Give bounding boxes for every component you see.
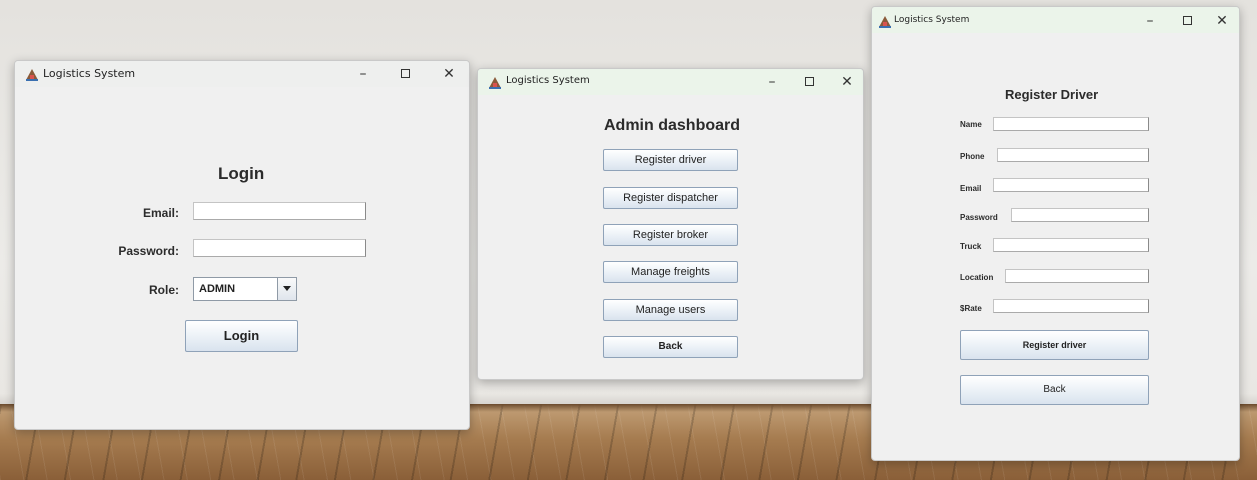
window-title: Logistics System <box>43 67 136 80</box>
window-title: Logistics System <box>894 15 970 25</box>
rate-label: $Rate <box>960 304 982 313</box>
close-button[interactable]: ✕ <box>838 73 856 91</box>
password-label: Password <box>960 213 998 222</box>
maximize-button[interactable] <box>1178 12 1196 30</box>
maximize-button[interactable] <box>396 65 414 83</box>
register-broker-button[interactable]: Register broker <box>603 224 738 246</box>
back-button[interactable]: Back <box>603 336 738 358</box>
manage-users-button[interactable]: Manage users <box>603 299 738 321</box>
app-logo-icon <box>489 77 501 89</box>
register-driver-heading: Register Driver <box>1005 87 1099 102</box>
register-driver-button[interactable]: Register driver <box>960 330 1149 360</box>
maximize-icon <box>400 69 410 78</box>
truck-label: Truck <box>960 242 982 251</box>
register-driver-window: Logistics System – ✕ Register Driver Nam… <box>871 6 1240 461</box>
email-field[interactable] <box>993 178 1149 192</box>
back-button[interactable]: Back <box>960 375 1149 405</box>
email-label: Email: <box>142 206 179 220</box>
login-window: Logistics System – ✕ Login Email: Passwo… <box>14 60 470 430</box>
minimize-button[interactable]: – <box>763 73 781 91</box>
name-label: Name <box>960 120 982 129</box>
admin-dashboard-window: Logistics System – ✕ Admin dashboard Reg… <box>477 68 864 380</box>
close-button[interactable]: ✕ <box>440 65 458 83</box>
role-dropdown[interactable]: ADMIN <box>193 277 297 301</box>
admin-titlebar[interactable]: Logistics System – ✕ <box>478 69 863 95</box>
app-logo-icon <box>26 69 38 81</box>
email-label: Email <box>960 184 982 193</box>
register-driver-titlebar[interactable]: Logistics System – ✕ <box>872 7 1239 33</box>
role-label: Role: <box>149 283 179 297</box>
manage-freights-button[interactable]: Manage freights <box>603 261 738 283</box>
password-field[interactable] <box>193 239 366 257</box>
email-field[interactable] <box>193 202 366 220</box>
login-heading: Login <box>218 164 265 183</box>
phone-label: Phone <box>960 152 985 161</box>
maximize-button[interactable] <box>800 73 818 91</box>
minimize-button[interactable]: – <box>1141 12 1159 30</box>
login-titlebar[interactable]: Logistics System – ✕ <box>15 61 469 87</box>
close-button[interactable]: ✕ <box>1213 12 1231 30</box>
app-logo-icon <box>879 16 891 28</box>
login-button[interactable]: Login <box>185 320 298 352</box>
register-driver-button[interactable]: Register driver <box>603 149 738 171</box>
chevron-down-icon[interactable] <box>277 278 296 300</box>
phone-field[interactable] <box>997 148 1149 162</box>
admin-dashboard-heading: Admin dashboard <box>604 117 741 134</box>
password-label: Password: <box>118 244 179 258</box>
truck-field[interactable] <box>993 238 1149 252</box>
rate-field[interactable] <box>993 299 1149 313</box>
location-label: Location <box>960 273 994 282</box>
password-field[interactable] <box>1011 208 1149 222</box>
name-field[interactable] <box>993 117 1149 131</box>
window-title: Logistics System <box>506 75 590 86</box>
role-selected-value: ADMIN <box>199 283 236 295</box>
minimize-button[interactable]: – <box>354 65 372 83</box>
maximize-icon <box>1182 16 1192 25</box>
register-dispatcher-button[interactable]: Register dispatcher <box>603 187 738 209</box>
location-field[interactable] <box>1005 269 1149 283</box>
maximize-icon <box>804 77 814 86</box>
